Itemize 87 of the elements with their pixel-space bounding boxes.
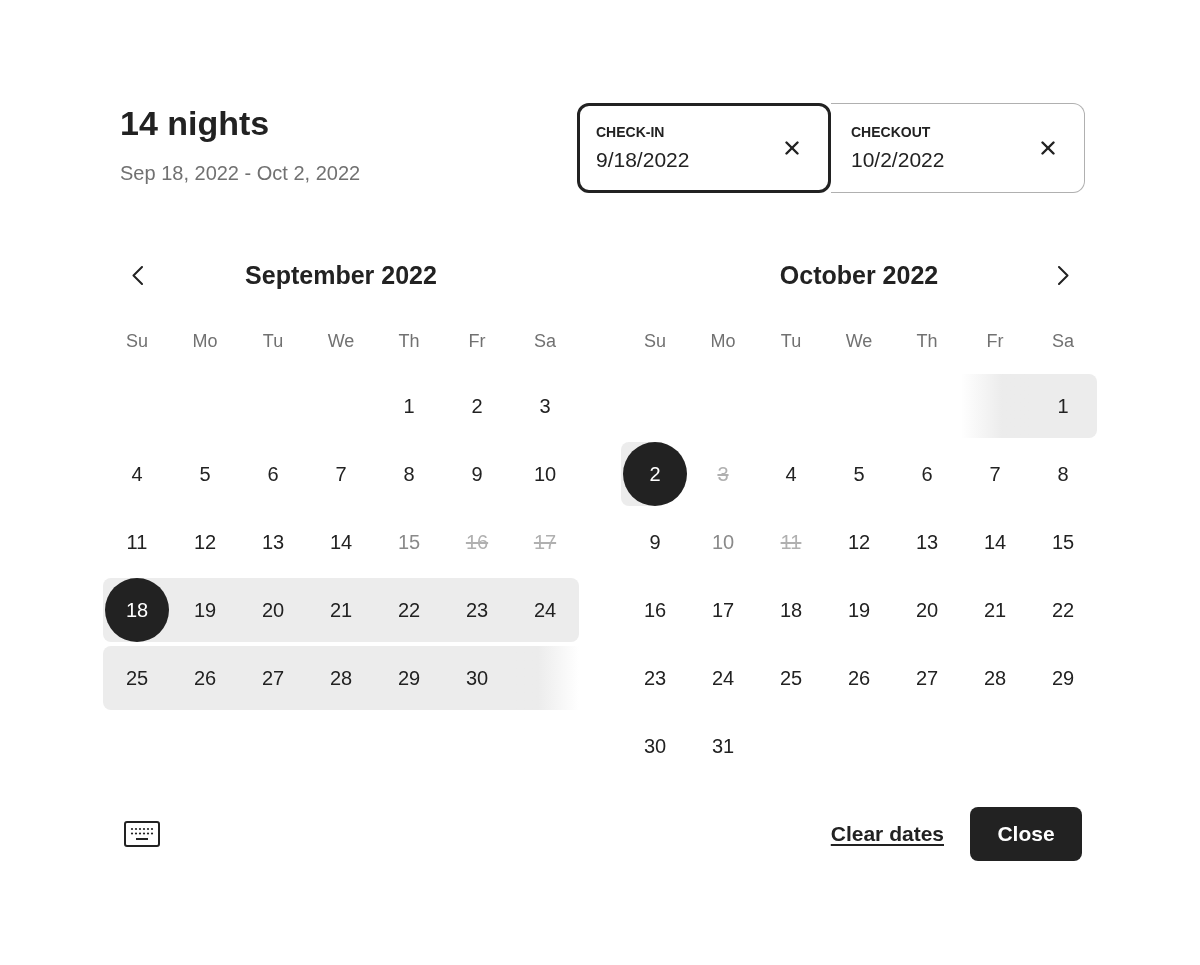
chevron-right-icon	[1057, 265, 1069, 285]
weekday-label: Th	[398, 330, 420, 353]
nights-heading: 14 nights	[120, 103, 271, 143]
date-range-text: Sep 18, 2022 - Oct 2, 2022	[120, 161, 361, 186]
weekday-label: Fr	[986, 330, 1004, 353]
calendar-day[interactable]: 18	[757, 578, 825, 642]
calendar-day[interactable]: 16	[621, 578, 689, 642]
calendar-day[interactable]: 5	[171, 442, 239, 506]
calendar-day[interactable]: 4	[757, 442, 825, 506]
calendar-day[interactable]: 28	[961, 646, 1029, 710]
month-title: October 2022	[779, 260, 939, 291]
calendar-day[interactable]: 23	[621, 646, 689, 710]
calendar-day[interactable]: 5	[825, 442, 893, 506]
close-button[interactable]: Close	[970, 807, 1082, 861]
weekday-label: Mo	[192, 330, 218, 353]
calendar-day[interactable]: 14	[961, 510, 1029, 574]
date-field[interactable]: CHECK-IN 9/18/2022	[577, 103, 831, 193]
calendar-day[interactable]: 14	[307, 510, 375, 574]
calendar-day[interactable]: 19	[825, 578, 893, 642]
calendar-day[interactable]: 25	[757, 646, 825, 710]
calendar-day[interactable]: 1	[375, 374, 443, 438]
calendar-day[interactable]: 28	[307, 646, 375, 710]
calendar-day[interactable]: 22	[375, 578, 443, 642]
weekday-label: We	[845, 330, 873, 353]
calendar-day[interactable]: 29	[1029, 646, 1097, 710]
clear-dates-link[interactable]: Clear dates	[830, 818, 944, 850]
calendar-day[interactable]: 29	[375, 646, 443, 710]
calendar-day[interactable]: 8	[375, 442, 443, 506]
calendar-day[interactable]: 9	[443, 442, 511, 506]
keyboard-icon	[124, 821, 160, 847]
calendar-day[interactable]: 24	[511, 578, 579, 642]
calendar-day[interactable]: 22	[1029, 578, 1097, 642]
weekday-label: Fr	[468, 330, 486, 353]
calendar-day[interactable]: 23	[443, 578, 511, 642]
calendar-day[interactable]: 31	[689, 714, 757, 778]
weekday-label: Th	[916, 330, 938, 353]
calendar-day[interactable]: 2	[443, 374, 511, 438]
calendar-day[interactable]: 20	[239, 578, 307, 642]
weekday-label: Sa	[534, 330, 556, 353]
calendar-day[interactable]: 7	[961, 442, 1029, 506]
calendar-day[interactable]: 13	[893, 510, 961, 574]
calendar-day[interactable]: 24	[689, 646, 757, 710]
keyboard-button[interactable]	[124, 821, 160, 847]
field-value: 9/18/2022	[596, 146, 690, 173]
calendar-day[interactable]: 8	[1029, 442, 1097, 506]
calendar-day[interactable]: 13	[239, 510, 307, 574]
field-value: 10/2/2022	[851, 146, 945, 173]
weekday-label: We	[327, 330, 355, 353]
calendar-day[interactable]: 3	[511, 374, 579, 438]
weekday-label: Tu	[262, 330, 284, 353]
calendar-day[interactable]: 30	[443, 646, 511, 710]
weekday-label: Su	[644, 330, 666, 353]
calendar-day[interactable]: 17	[689, 578, 757, 642]
calendar-day[interactable]: 27	[893, 646, 961, 710]
calendar-day[interactable]: 21	[307, 578, 375, 642]
close-icon	[1041, 141, 1055, 155]
calendar-day[interactable]: 19	[171, 578, 239, 642]
calendar-day[interactable]: 2	[621, 442, 689, 506]
calendar-day[interactable]: 7	[307, 442, 375, 506]
weekday-label: Tu	[780, 330, 802, 353]
calendar-day[interactable]: 4	[103, 442, 171, 506]
month-title: September 2022	[245, 260, 437, 291]
calendar-day[interactable]: 11	[103, 510, 171, 574]
calendar-day[interactable]: 30	[621, 714, 689, 778]
date-field[interactable]: CHECKOUT 10/2/2022	[831, 103, 1085, 193]
calendar-day[interactable]: 26	[171, 646, 239, 710]
calendar-day[interactable]: 12	[171, 510, 239, 574]
field-label: CHECK-IN	[596, 122, 665, 141]
calendar-day[interactable]: 6	[239, 442, 307, 506]
calendar-day[interactable]: 1	[1029, 374, 1097, 438]
calendar-day[interactable]: 6	[893, 442, 961, 506]
weekday-label: Sa	[1052, 330, 1074, 353]
calendar-day[interactable]: 18	[103, 578, 171, 642]
close-icon	[785, 141, 799, 155]
weekday-label: Mo	[710, 330, 736, 353]
calendar-day[interactable]: 12	[825, 510, 893, 574]
weekday-label: Su	[126, 330, 148, 353]
calendar-day[interactable]: 15	[1029, 510, 1097, 574]
calendar-day[interactable]: 10	[511, 442, 579, 506]
chevron-left-icon	[131, 265, 143, 285]
calendar-day[interactable]: 21	[961, 578, 1029, 642]
calendar-day[interactable]: 26	[825, 646, 893, 710]
calendar-day[interactable]: 20	[893, 578, 961, 642]
field-label: CHECKOUT	[851, 122, 931, 141]
calendar-day[interactable]: 27	[239, 646, 307, 710]
calendar-day[interactable]: 25	[103, 646, 171, 710]
calendar-day[interactable]: 9	[621, 510, 689, 574]
